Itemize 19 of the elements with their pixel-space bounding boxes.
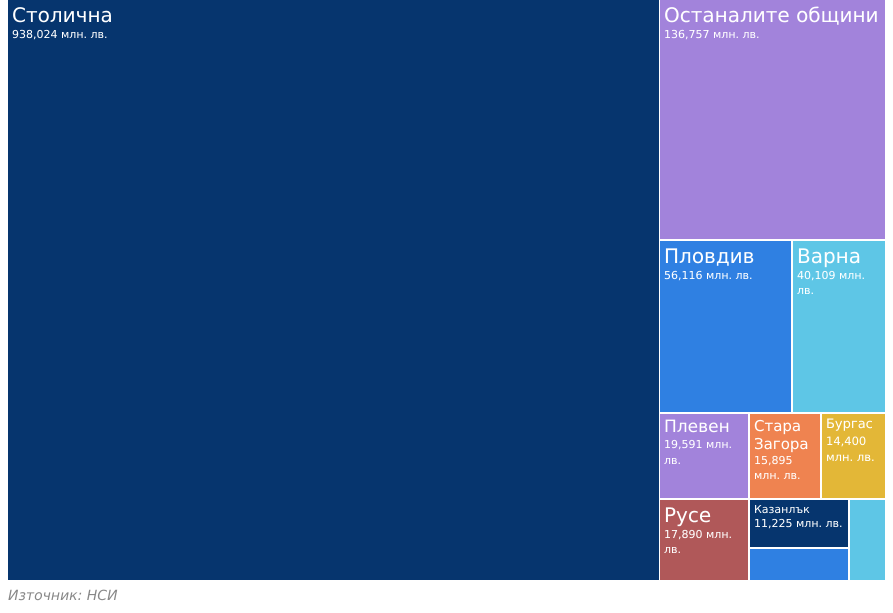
tile-value: 14,400 млн. лв. xyxy=(826,432,876,465)
tile-label: Стара Загора xyxy=(754,417,810,453)
tile-label: Пловдив xyxy=(664,244,756,268)
tile-value: 56,116 млн. лв. xyxy=(664,268,754,284)
tile-label: Казанлък xyxy=(754,503,811,516)
tile-value: 19,591 млн. лв. xyxy=(664,437,734,468)
source-note: Източник: НСИ xyxy=(7,588,119,604)
tile-value: 17,890 млн. лв. xyxy=(664,527,734,558)
tile-label: Останалите общини xyxy=(664,3,880,27)
tile-value: 938,024 млн. лв. xyxy=(12,27,109,42)
tile-label: Варна xyxy=(797,244,862,268)
tile-label: Бургас xyxy=(826,417,874,433)
tile-label: Русе xyxy=(664,503,712,527)
tile-value: 15,895 млн. лв. xyxy=(754,453,802,484)
tile-value: 11,225 млн. лв. xyxy=(754,516,844,532)
tile-value: 136,757 млн. лв. xyxy=(664,27,761,42)
tile-label: Плевен xyxy=(664,417,731,438)
tile-label: Столична xyxy=(12,3,114,27)
tile-value: 40,109 млн. лв. xyxy=(797,268,866,299)
